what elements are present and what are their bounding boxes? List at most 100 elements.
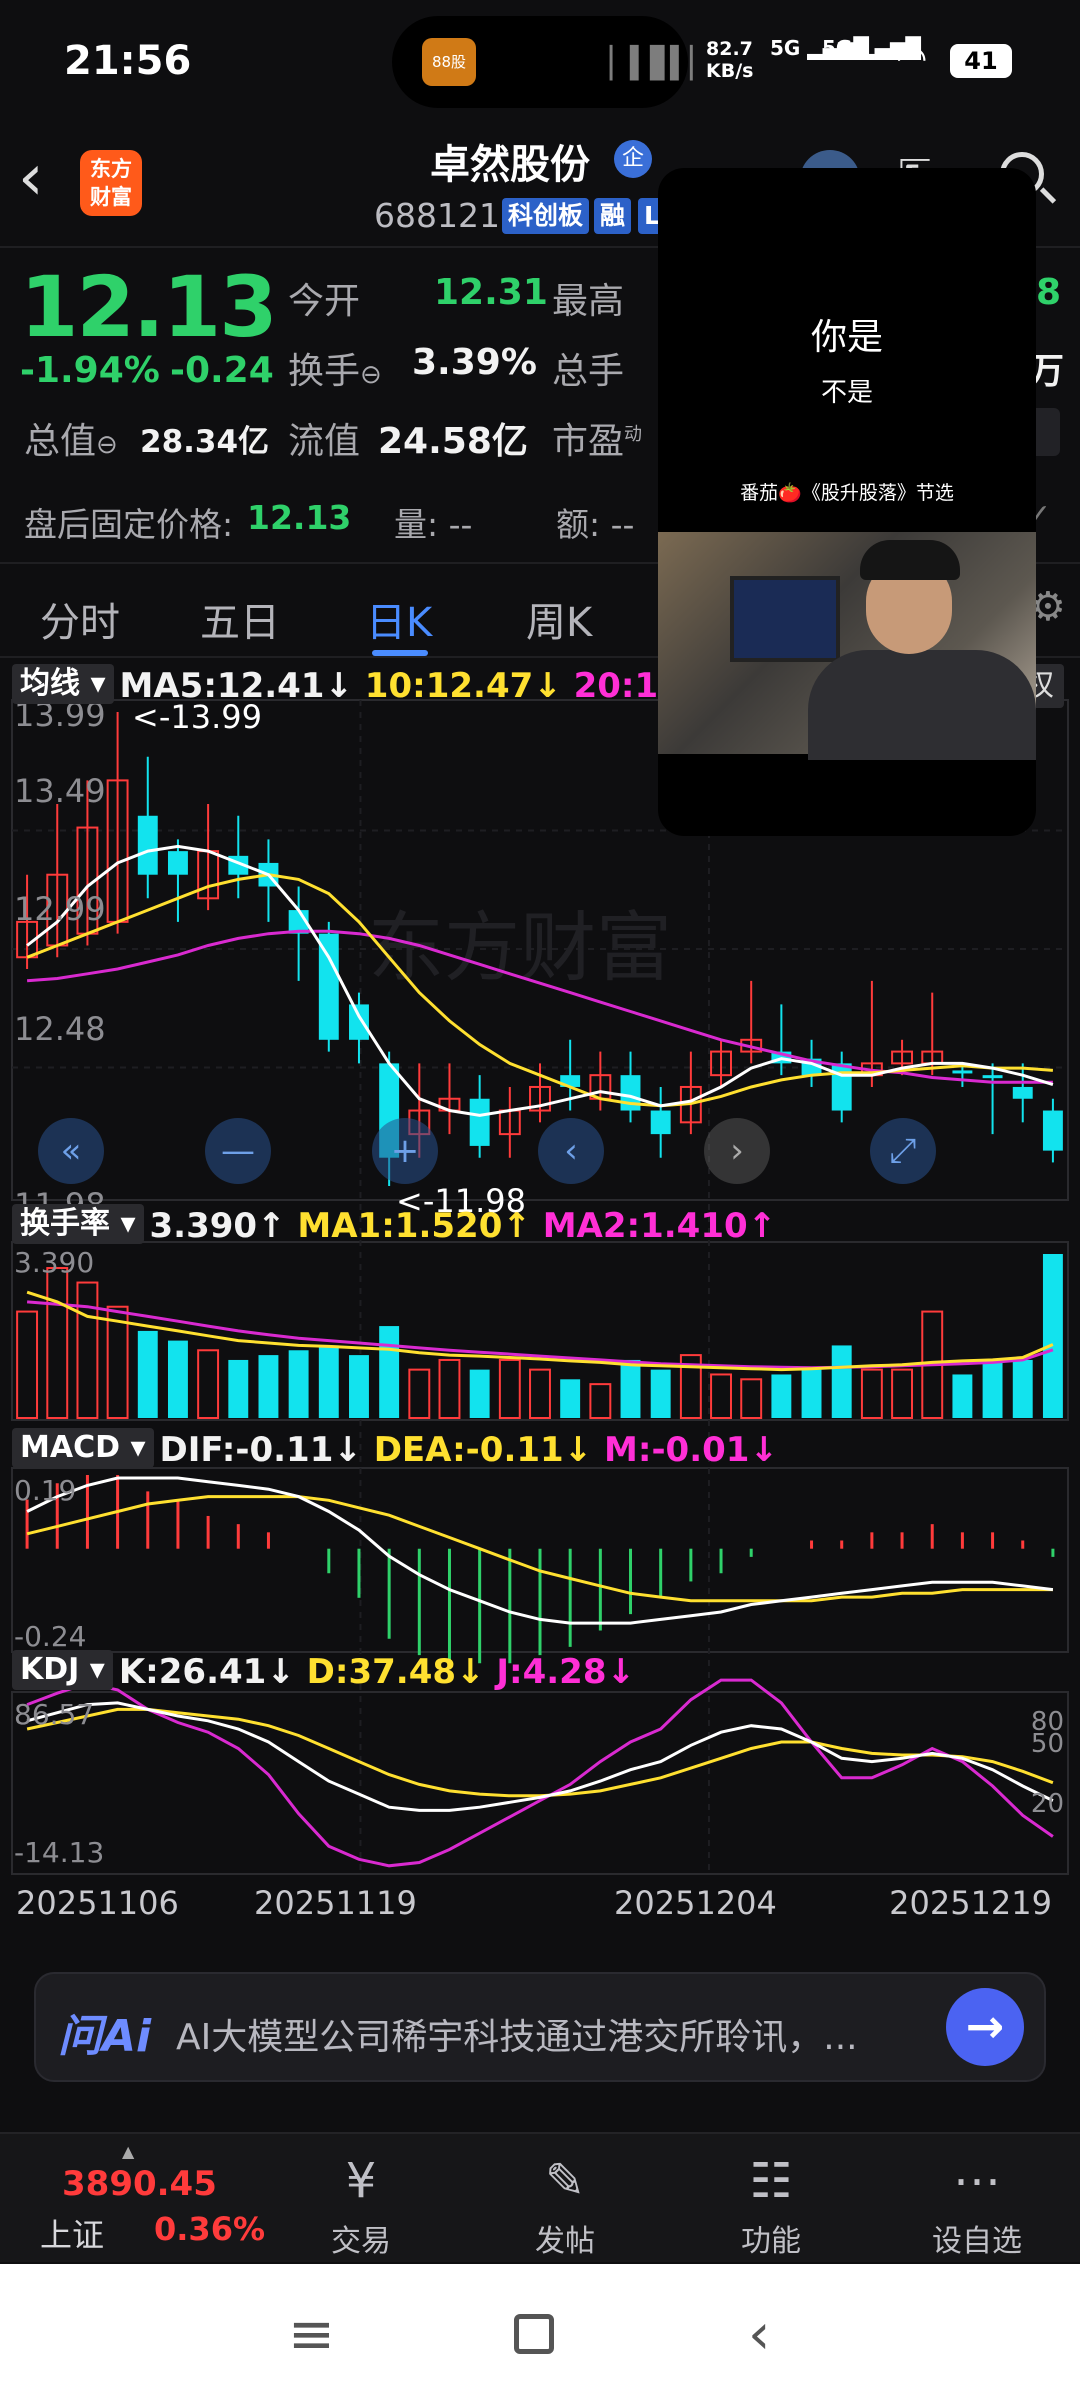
turnover-bar [76, 1281, 99, 1420]
date-axis-label: 20251219 [889, 1884, 1052, 1916]
candle-body [349, 1004, 369, 1040]
turnover-value: 3.39% [412, 342, 537, 383]
island-app-icon: 88股 [422, 38, 476, 86]
turnover-bar [529, 1368, 551, 1420]
kdj-j-line [26, 1678, 1054, 1868]
kdj-d: D:37.48↓ [306, 1652, 485, 1692]
ma-indicator-header: 均线 ▾MA5:12.41↓ 10:12.47↓ 20:12.42↑ [12, 664, 771, 708]
nav-functions[interactable]: ☷ 功能 [706, 2152, 836, 2260]
wifi-icon: ◠ [896, 38, 928, 79]
candle-body [469, 1098, 490, 1146]
fullscreen-button[interactable]: ⤢ [870, 1118, 936, 1184]
macd-dif: DIF:-0.11↓ [159, 1430, 362, 1470]
ai-news-ticker[interactable]: AI大模型公司稀宇科技通过港交所聆讯，... [176, 2008, 932, 2060]
date-axis-label: 20251119 [254, 1884, 417, 1916]
after-hours-volume: 量: -- [394, 505, 473, 544]
nav-trade-label: 交易 [331, 2224, 391, 2259]
kdj-axis-label: 86.57 [14, 1698, 94, 1731]
after-hours-amount: 额: -- [556, 505, 635, 544]
turnover-bar [740, 1378, 763, 1419]
turnover-indicator-header: 换手率 ▾ 3.390↑ MA1:1.520↑ MA2:1.410↑ [12, 1204, 776, 1248]
tab-five-day[interactable]: 五日 [200, 590, 280, 648]
price-axis-label: 12.48 [14, 1010, 106, 1048]
turnover-bar [258, 1355, 279, 1418]
kdj-axis-label: 50 [1031, 1729, 1064, 1759]
float-label: 流值 [288, 421, 361, 462]
signal-label: 5G [822, 36, 853, 60]
ai-logo: 问Ai [58, 2011, 152, 2062]
turnover-bar [228, 1359, 249, 1418]
turnover-bar [167, 1340, 188, 1418]
turnover-bar [589, 1383, 612, 1419]
video-caption: 番茄🍅《股升股落》节选 [740, 482, 954, 504]
candle-body [982, 1075, 1003, 1079]
expand-up-icon[interactable]: ▲ [122, 2142, 134, 2161]
nav-add-watchlist[interactable]: ⋯ 设自选 [912, 2152, 1042, 2260]
turnover-bars [16, 1254, 1063, 1420]
turnover-bar [1012, 1359, 1033, 1418]
macd-axis-label: -0.24 [14, 1620, 86, 1653]
kdj-pill-label: KDJ [20, 1652, 80, 1687]
change-percent: -1.94% [20, 350, 160, 391]
candle-body [318, 933, 339, 1040]
pe-sup: 动 [624, 424, 643, 445]
turnover-bar [469, 1369, 490, 1418]
ma5-value: MA5:12.41↓ [119, 666, 353, 706]
nav-trade[interactable]: ¥ 交易 [296, 2152, 426, 2260]
tab-daily-k[interactable]: 日K [366, 590, 432, 648]
ma-selector[interactable]: 均线 ▾ [12, 664, 114, 704]
turnover-bar [438, 1358, 461, 1419]
menu-icon[interactable]: ≡ [288, 2302, 335, 2367]
macd-m: M:-0.01↓ [604, 1430, 778, 1470]
turnover-bar [801, 1369, 822, 1418]
back-chevron-icon[interactable]: ‹ [18, 146, 44, 210]
badge-star-market: 科创板 [502, 198, 590, 234]
status-time: 21:56 [64, 38, 192, 84]
floating-video-window[interactable]: 你是 不是 番茄🍅《股升股落》节选 [658, 168, 1036, 836]
kdj-selector[interactable]: KDJ ▾ [12, 1650, 113, 1690]
tab-intraday[interactable]: 分时 [40, 590, 120, 648]
zoom-out-button[interactable]: — [205, 1118, 271, 1184]
macd-panel [25, 1475, 1055, 1664]
turnover-bar [16, 1310, 39, 1420]
dynamic-island[interactable]: 88股 ▏▍▋▍▏ [392, 16, 713, 108]
after-hours-label: 盘后固定价格: [24, 505, 234, 544]
turnover-bar [891, 1368, 914, 1420]
index-change-percent: 0.36% [154, 2210, 266, 2248]
axis-labels: 13.9913.4912.9912.4811.98<-13.99<-11.983… [14, 696, 1064, 1916]
mktcap-label-text: 总值 [24, 421, 97, 462]
mktcap-label: 总值⊖ [24, 412, 118, 464]
ai-send-button[interactable]: → [946, 1988, 1024, 2066]
ma-pill-label: 均线 [20, 666, 80, 701]
home-square-icon[interactable] [514, 2314, 554, 2354]
ai-assistant-bar[interactable]: 问Ai AI大模型公司稀宇科技通过港交所聆讯，... → [34, 1972, 1046, 2082]
info-icon[interactable]: ⊖ [360, 360, 382, 390]
turnover-bar [860, 1368, 883, 1420]
edit-icon: ✎ [544, 2153, 586, 2209]
network-speed-value: 82.7 [706, 38, 753, 60]
back-icon[interactable]: ‹ [748, 2302, 770, 2367]
info-icon[interactable]: ⊖ [96, 430, 118, 460]
kline-chart[interactable]: 东方财富 13.9913.4912.9912.4811.98<-13.99<-1… [0, 656, 1080, 1916]
index-value[interactable]: 3890.45 [62, 2164, 217, 2204]
scroll-right-button[interactable]: › [704, 1118, 770, 1184]
kdj-j: J:4.28↓ [496, 1652, 635, 1692]
turnover-bar [349, 1355, 369, 1418]
turnover-selector[interactable]: 换手率 ▾ [12, 1204, 144, 1244]
tab-weekly-k[interactable]: 周K [526, 590, 592, 648]
current-price: 12.13 [20, 258, 278, 356]
turnover-bar [408, 1368, 431, 1420]
open-value: 12.31 [434, 272, 548, 313]
turnover-bar [620, 1359, 641, 1418]
scroll-left-button[interactable]: ‹ [538, 1118, 604, 1184]
turnover-bar [710, 1373, 732, 1420]
nav-post[interactable]: ✎ 发帖 [500, 2152, 630, 2260]
ma10-value: 10:12.47↓ [364, 666, 562, 706]
chart-grid [11, 699, 1069, 1875]
turnover-bar [560, 1379, 581, 1418]
macd-selector[interactable]: MACD ▾ [12, 1428, 154, 1468]
zoom-in-button[interactable]: + [372, 1118, 438, 1184]
turnover-bar [952, 1374, 973, 1418]
kdj-k: K:26.41↓ [118, 1652, 295, 1692]
rewind-fast-button[interactable]: « [38, 1118, 104, 1184]
